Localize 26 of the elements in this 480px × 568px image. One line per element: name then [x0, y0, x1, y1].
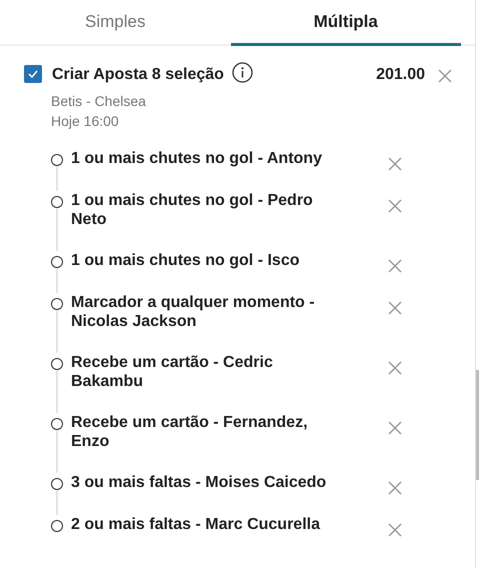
- selection-label: 3 ou mais faltas - Moises Caicedo: [71, 472, 328, 492]
- check-icon: [28, 70, 38, 78]
- selection-label: 1 ou mais chutes no gol - Isco: [71, 250, 300, 270]
- match-time: Hoje 16:00: [50, 112, 120, 130]
- bet-title: Criar Aposta 8 seleção: [52, 64, 224, 84]
- selection-label: 1 ou mais chutes no gol - Pedro Neto: [71, 190, 314, 228]
- checkbox[interactable]: [24, 64, 42, 82]
- selection-label: 2 ou mais faltas - Marc Cucurella: [71, 514, 322, 534]
- tab[interactable]: Simples: [0, 0, 230, 46]
- radio-circle: [51, 154, 63, 166]
- match-name: Betis - Chelsea: [50, 92, 147, 110]
- info-icon[interactable]: [232, 62, 253, 82]
- radio-circle: [51, 256, 63, 268]
- selection-label: Recebe um cartão - Cedric Bakambu: [71, 352, 274, 390]
- tab[interactable]: Múltipla: [230, 0, 461, 46]
- radio-circle: [51, 478, 63, 490]
- selection-label: 1 ou mais chutes no gol - Antony: [71, 148, 323, 168]
- selection-label: Recebe um cartão - Fernandez, Enzo: [71, 412, 309, 450]
- radio-circle: [51, 520, 63, 532]
- radio-circle: [51, 298, 63, 310]
- radio-circle: [51, 418, 63, 430]
- scrollbar[interactable]: [476, 370, 479, 480]
- radio-circle: [51, 358, 63, 370]
- odds-value: 201.00: [376, 64, 425, 84]
- radio-circle: [51, 196, 63, 208]
- selection-label: Marcador a qualquer momento - Nicolas Jackson: [71, 292, 316, 330]
